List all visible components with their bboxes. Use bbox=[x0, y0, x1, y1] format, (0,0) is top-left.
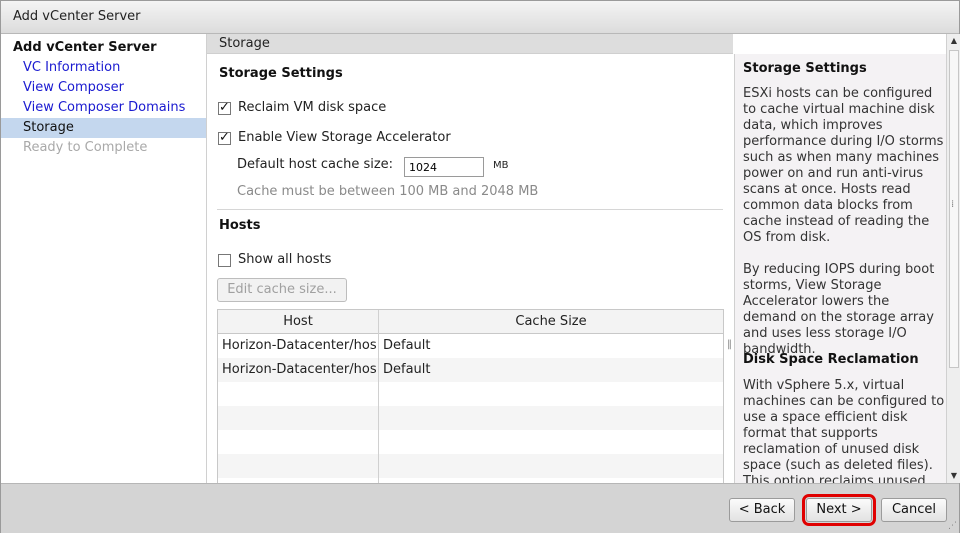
cache-size-cell: Default bbox=[383, 338, 431, 353]
cache-size-cell: Default bbox=[383, 362, 431, 377]
section-title: Storage bbox=[219, 36, 270, 51]
reclaim-disk-label[interactable]: Reclaim VM disk space bbox=[238, 100, 386, 115]
empty-row bbox=[218, 382, 723, 406]
section-header: Storage bbox=[207, 34, 733, 54]
splitter-grip-icon[interactable]: ‖ bbox=[727, 339, 732, 353]
help-paragraph-1: ESXi hosts can be configured to cache vi… bbox=[743, 86, 944, 245]
cache-range-note: Cache must be between 100 MB and 2048 MB bbox=[237, 184, 539, 199]
storage-accelerator-label[interactable]: Enable View Storage Accelerator bbox=[238, 130, 451, 145]
help-heading-storage-settings: Storage Settings bbox=[743, 61, 867, 76]
table-row[interactable]: Horizon-Datacenter/host Default bbox=[218, 334, 723, 358]
window-title: Add vCenter Server bbox=[13, 9, 141, 24]
scroll-down-icon[interactable]: ▼ bbox=[947, 469, 960, 483]
empty-row bbox=[218, 406, 723, 430]
show-all-hosts-checkbox[interactable] bbox=[218, 254, 231, 267]
column-header-host[interactable]: Host bbox=[218, 310, 378, 333]
column-header-cache-size[interactable]: Cache Size bbox=[379, 310, 723, 333]
wizard-nav: Add vCenter Server VC Information View C… bbox=[1, 34, 207, 483]
nav-item-ready-to-complete: Ready to Complete bbox=[23, 140, 148, 155]
panel-grip-icon[interactable]: ⁞ bbox=[951, 199, 954, 210]
cache-size-label: Default host cache size: bbox=[237, 157, 394, 172]
host-cell: Horizon-Datacenter/host bbox=[222, 338, 376, 353]
help-scrollbar[interactable]: ▲ ▼ bbox=[946, 34, 960, 483]
help-heading-disk-reclamation: Disk Space Reclamation bbox=[743, 352, 919, 367]
storage-settings-heading: Storage Settings bbox=[219, 66, 343, 81]
nav-item-storage[interactable]: Storage bbox=[1, 118, 206, 138]
help-panel: Storage Settings ESXi hosts can be confi… bbox=[734, 54, 947, 483]
column-divider bbox=[378, 310, 379, 483]
nav-item-view-composer-domains[interactable]: View Composer Domains bbox=[1, 98, 206, 118]
reclaim-disk-checkbox[interactable] bbox=[218, 100, 231, 115]
help-paragraph-2: By reducing IOPS during boot storms, Vie… bbox=[743, 262, 935, 357]
empty-row bbox=[218, 454, 723, 478]
dialog-footer: < Back Next > Cancel ⋰ bbox=[1, 483, 959, 533]
host-cell: Horizon-Datacenter/host bbox=[222, 362, 376, 377]
next-button[interactable]: Next > bbox=[802, 494, 876, 526]
storage-accelerator-checkbox[interactable] bbox=[218, 130, 231, 145]
empty-row bbox=[218, 430, 723, 454]
show-all-hosts-label[interactable]: Show all hosts bbox=[238, 252, 331, 267]
back-button[interactable]: < Back bbox=[729, 498, 795, 522]
scroll-up-icon[interactable]: ▲ bbox=[947, 34, 960, 48]
title-bar[interactable]: Add vCenter Server bbox=[1, 1, 959, 34]
nav-heading: Add vCenter Server bbox=[13, 40, 157, 55]
edit-cache-size-button: Edit cache size... bbox=[217, 278, 347, 302]
resize-handle-icon[interactable]: ⋰ bbox=[948, 521, 957, 531]
storage-panel: Storage Storage Settings Reclaim VM disk… bbox=[207, 34, 733, 483]
hosts-table: Host Cache Size Horizon-Datacenter/host … bbox=[217, 309, 724, 483]
help-paragraph-3: With vSphere 5.x, virtual machines can b… bbox=[743, 378, 945, 483]
hosts-heading: Hosts bbox=[219, 218, 261, 233]
table-row[interactable]: Horizon-Datacenter/host Default bbox=[218, 358, 723, 382]
table-header: Host Cache Size bbox=[218, 310, 723, 334]
cache-size-input[interactable] bbox=[404, 157, 484, 177]
nav-item-vc-information[interactable]: VC Information bbox=[1, 58, 206, 78]
cancel-button[interactable]: Cancel bbox=[881, 498, 947, 522]
add-vcenter-dialog: Add vCenter Server Add vCenter Server VC… bbox=[0, 0, 960, 533]
section-divider bbox=[217, 209, 723, 210]
cache-size-unit: MB bbox=[493, 160, 509, 171]
nav-item-view-composer[interactable]: View Composer bbox=[1, 78, 206, 98]
